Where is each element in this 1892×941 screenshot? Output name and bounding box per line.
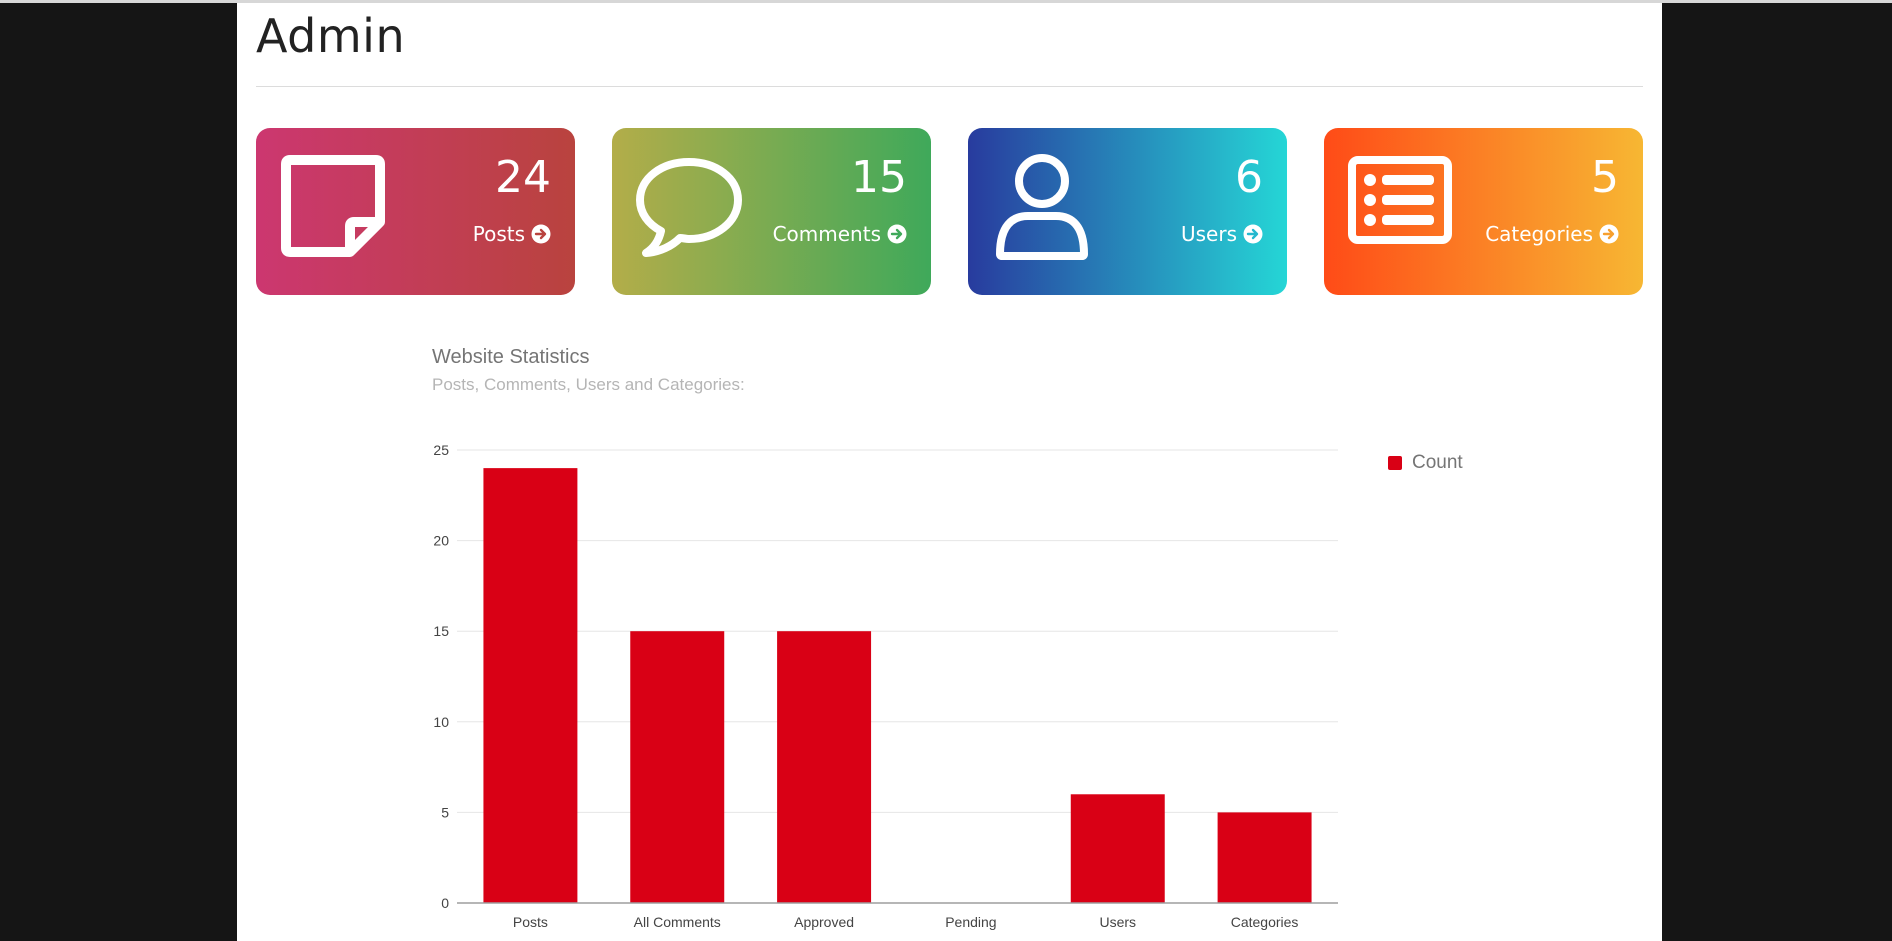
bar[interactable]: [483, 468, 578, 903]
legend-label: Count: [1412, 452, 1463, 473]
y-tick-label: 25: [433, 442, 449, 458]
y-tick-label: 0: [441, 895, 449, 911]
y-tick-label: 15: [433, 623, 449, 639]
y-tick-label: 10: [433, 714, 449, 730]
bar[interactable]: [777, 631, 872, 903]
x-tick-label: Approved: [794, 914, 854, 930]
y-tick-label: 20: [433, 533, 449, 549]
x-tick-label: Posts: [513, 914, 548, 930]
x-tick-label: Categories: [1231, 914, 1299, 930]
chart-legend: Count: [1388, 452, 1463, 474]
bar[interactable]: [630, 631, 725, 903]
bar[interactable]: [1217, 812, 1312, 903]
x-tick-label: Users: [1099, 914, 1136, 930]
x-tick-label: All Comments: [634, 914, 721, 930]
admin-page: Admin 24 Posts 15 Comments 6 Users 5 Cat…: [237, 3, 1662, 941]
legend-swatch: [1388, 456, 1402, 470]
bar[interactable]: [1070, 794, 1165, 903]
x-tick-label: Pending: [945, 914, 996, 930]
y-tick-label: 5: [441, 804, 449, 820]
